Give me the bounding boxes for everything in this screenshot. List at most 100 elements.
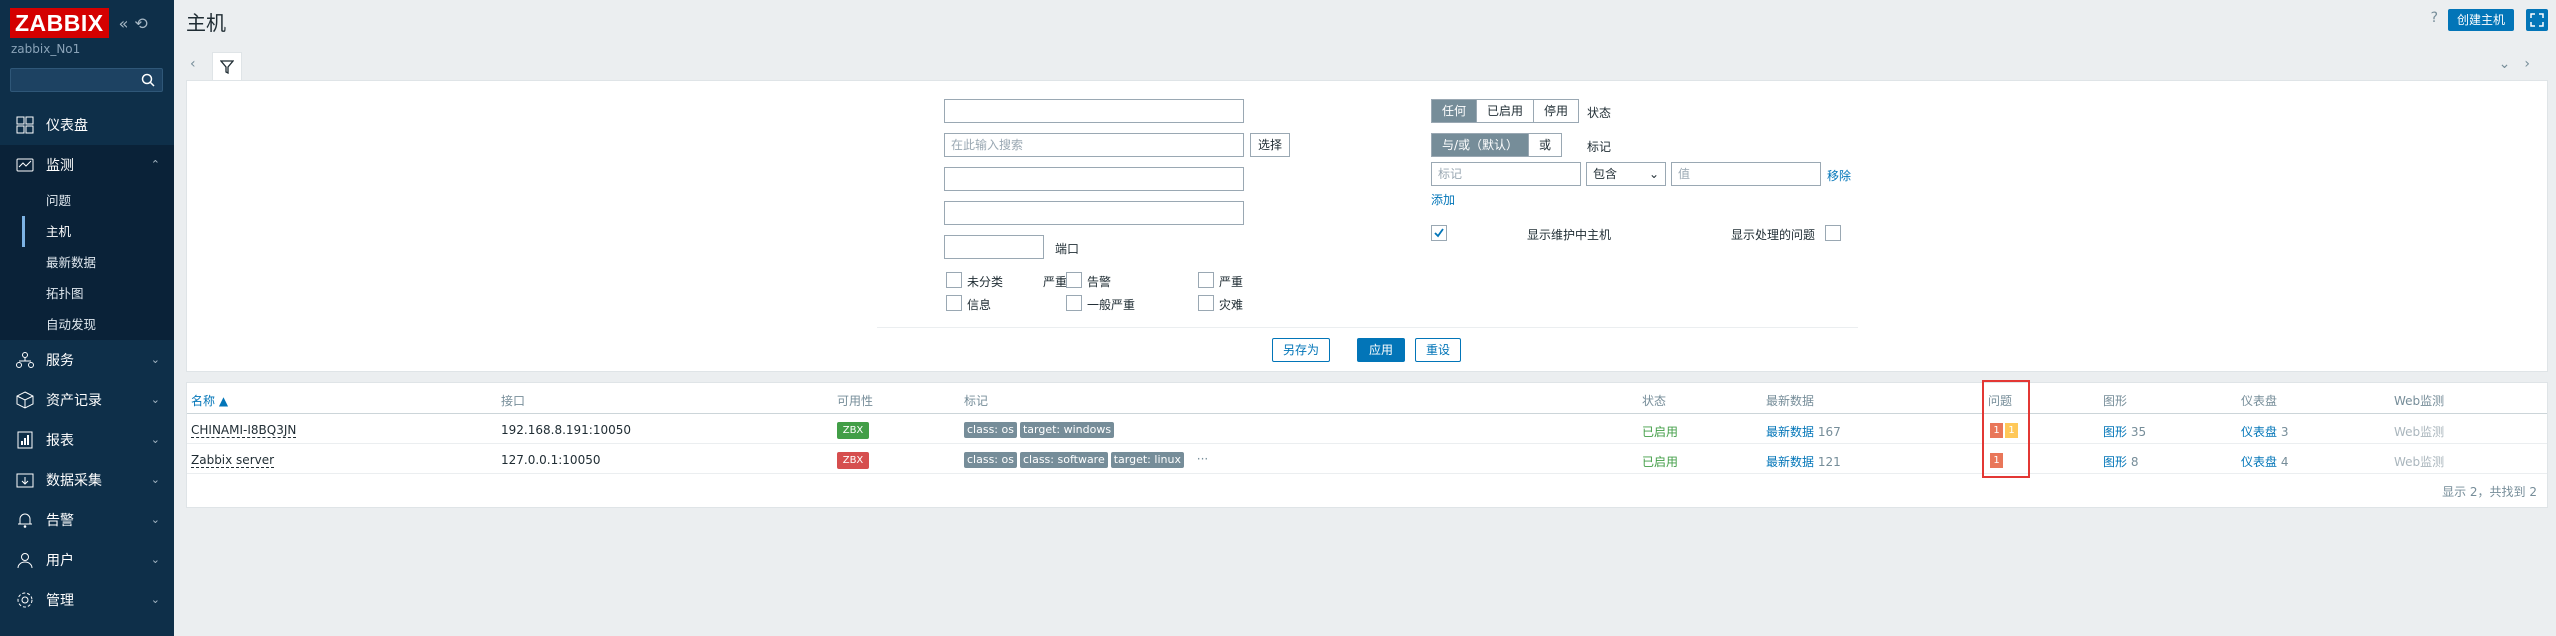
severity-checkbox[interactable] <box>1198 272 1214 288</box>
host-group-input[interactable]: 在此输入搜索 <box>944 133 1244 157</box>
host-interface: 127.0.0.1:10050 <box>501 453 601 467</box>
filter-tab[interactable] <box>212 52 242 80</box>
tag-value-input[interactable]: 值 <box>1671 162 1821 186</box>
severity-checkbox[interactable] <box>946 295 962 311</box>
ip-input[interactable] <box>944 167 1244 191</box>
dashboards-link[interactable]: 仪表盘 <box>2241 455 2277 469</box>
tag-badge[interactable]: class: os <box>964 422 1017 438</box>
tag-badge[interactable]: class: software <box>1019 452 1108 468</box>
col-availability: 可用性 <box>837 394 874 408</box>
show-suppressed-checkbox[interactable] <box>1825 225 1841 241</box>
status-enabled[interactable]: 已启用 <box>1477 100 1535 122</box>
nav-monitoring[interactable]: 监测 ⌃ <box>0 145 174 185</box>
subnav-discovery[interactable]: 自动发现 <box>22 309 174 340</box>
graphs-count: 8 <box>2130 455 2139 469</box>
port-input[interactable] <box>944 235 1044 259</box>
nav-dashboard[interactable]: 仪表盘 <box>0 105 174 145</box>
severity-checkbox[interactable] <box>946 272 962 288</box>
web-monitoring: Web监测 <box>2394 455 2445 469</box>
severity-checkbox[interactable] <box>1198 295 1214 311</box>
tag-op-and-or[interactable]: 与/或（默认） <box>1432 134 1530 156</box>
apply-button[interactable]: 应用 <box>1357 338 1406 362</box>
tag-badge[interactable]: class: os <box>964 452 1017 468</box>
table-row-host-name[interactable]: CHINAMI-I8BQ3JN <box>191 423 297 438</box>
col-web: Web监测 <box>2394 394 2445 408</box>
add-tag-link[interactable]: 添加 <box>1431 191 1455 208</box>
severity-checkbox[interactable] <box>1066 272 1082 288</box>
filter-nav-icons[interactable]: ⌄› <box>2499 56 2544 72</box>
col-tags: 标记 <box>964 394 989 408</box>
chevron-down-icon: ⌄ <box>150 393 160 406</box>
row-divider <box>187 443 2547 444</box>
sidebar-search-input[interactable] <box>10 68 163 92</box>
nav-label: 告警 <box>46 513 74 529</box>
zabbix-logo[interactable]: ZABBIX <box>10 8 109 38</box>
save-as-button[interactable]: 另存为 <box>1272 338 1331 362</box>
chevron-down-icon: ⌄ <box>150 473 160 486</box>
kiosk-mode-icon[interactable]: ⟲ <box>134 14 147 33</box>
tag-condition-select[interactable]: 包含 ⌄ <box>1586 162 1666 186</box>
status-disabled[interactable]: 停用 <box>1534 100 1579 122</box>
tag-badge[interactable]: target: windows <box>1019 422 1115 438</box>
nav-services[interactable]: 服务 ⌄ <box>0 340 174 380</box>
nav-administration[interactable]: 管理 ⌄ <box>0 580 174 620</box>
host-name[interactable]: CHINAMI-I8BQ3JN <box>191 423 297 438</box>
host-status[interactable]: 已启用 <box>1642 423 1678 440</box>
select-button[interactable]: 选择 <box>1250 133 1291 157</box>
severity-checkbox[interactable] <box>1066 295 1082 311</box>
show-maintenance-label: 显示维护中主机 <box>1526 228 1611 242</box>
nav-label: 服务 <box>46 353 74 369</box>
help-icon[interactable]: ? <box>2431 10 2438 26</box>
graphs-link[interactable]: 图形 <box>2103 455 2127 469</box>
subnav-maps[interactable]: 拓扑图 <box>22 278 174 309</box>
nav-alerts[interactable]: 告警 ⌄ <box>0 500 174 540</box>
create-host-button[interactable]: 创建主机 <box>2447 9 2514 31</box>
fullscreen-icon[interactable] <box>2526 9 2548 31</box>
dns-input[interactable] <box>944 201 1244 225</box>
nav-data-collection[interactable]: 数据采集 ⌄ <box>0 460 174 500</box>
nav-reports[interactable]: 报表 ⌄ <box>0 420 174 460</box>
graphs-link[interactable]: 图形 <box>2103 425 2127 439</box>
nav-inventory[interactable]: 资产记录 ⌄ <box>0 380 174 420</box>
more-tags-icon[interactable]: ··· <box>1197 452 1208 466</box>
table-row-host-name[interactable]: Zabbix server <box>191 453 275 468</box>
main-nav: 仪表盘 监测 ⌃ 问题 主机 最新数据 拓扑图 自动发现 服务 ⌄ 资产记录 ⌄… <box>0 105 174 620</box>
col-status[interactable]: 状态 <box>1642 392 1666 409</box>
status-any[interactable]: 任何 <box>1432 100 1478 122</box>
host-status[interactable]: 已启用 <box>1642 453 1678 470</box>
graphs-cell: 图形 8 <box>2103 453 2138 470</box>
chevron-down-icon: ⌄ <box>150 513 160 526</box>
col-name[interactable]: 名称 ▲ <box>191 392 228 409</box>
search-icon[interactable] <box>140 72 156 88</box>
chevron-down-icon: ⌄ <box>150 553 160 566</box>
collapse-sidebar-icon[interactable]: « <box>119 14 129 33</box>
name-input[interactable] <box>944 99 1244 123</box>
page-title: 主机 <box>186 11 226 35</box>
nav-label: 数据采集 <box>46 473 102 489</box>
dashboards-count: 4 <box>2280 455 2289 469</box>
show-maintenance-checkbox[interactable] <box>1431 225 1447 241</box>
tag-badge[interactable]: target: linux <box>1110 452 1184 468</box>
latest-data-link[interactable]: 最新数据 <box>1766 425 1814 439</box>
latest-data-link[interactable]: 最新数据 <box>1766 455 1814 469</box>
tag-condition-value: 包含 <box>1593 167 1618 181</box>
availability-badge[interactable]: ZBX <box>837 452 869 469</box>
subnav-hosts[interactable]: 主机 <box>22 216 174 247</box>
severity-option: 告警 <box>1087 275 1112 289</box>
host-name[interactable]: Zabbix server <box>191 453 275 468</box>
tag-op-or[interactable]: 或 <box>1529 134 1562 156</box>
availability-badge[interactable]: ZBX <box>837 422 869 439</box>
logo-row: ZABBIX « ⟲ <box>10 8 148 38</box>
subnav-problems[interactable]: 问题 <box>22 185 174 216</box>
nav-users[interactable]: 用户 ⌄ <box>0 540 174 580</box>
filter-tabs: ‹ ⌄› <box>186 50 2548 80</box>
chevron-down-icon: ⌄ <box>150 353 160 366</box>
reports-icon <box>14 429 36 451</box>
tag-input[interactable]: 标记 <box>1431 162 1581 186</box>
chevron-left-icon[interactable]: ‹ <box>190 56 196 72</box>
reset-button[interactable]: 重设 <box>1415 338 1462 362</box>
table-footer: 显示 2，共找到 2 <box>2442 485 2537 499</box>
subnav-latest-data[interactable]: 最新数据 <box>22 247 174 278</box>
remove-tag-link[interactable]: 移除 <box>1827 167 1851 184</box>
dashboards-link[interactable]: 仪表盘 <box>2241 425 2277 439</box>
